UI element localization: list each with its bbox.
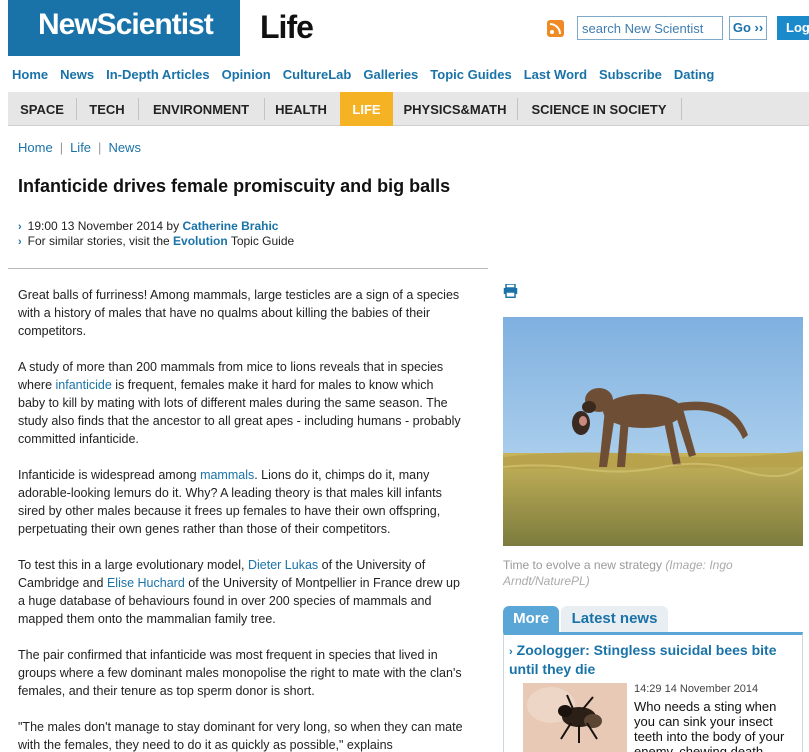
login-button[interactable]: Log [777,16,809,40]
category-environment[interactable]: ENVIRONMENT [142,92,260,126]
dieter-lukas-link[interactable]: Dieter Lukas [248,558,318,572]
author-link[interactable]: Catherine Brahic [182,219,278,233]
tab-latest-news[interactable]: Latest news [561,606,668,632]
elise-huchard-link[interactable]: Elise Huchard [107,576,185,590]
similar-suffix: Topic Guide [227,234,295,248]
story-timestamp: 14:29 14 November 2014 [634,683,759,695]
paragraph: Great balls of furriness! Among mammals,… [18,288,460,338]
paragraph: A study of more than 200 mammals from mi… [18,360,461,446]
nav-dating[interactable]: Dating [674,67,714,82]
tab-more[interactable]: More [503,606,559,632]
breadcrumb-news[interactable]: News [108,140,141,155]
section-title: Life [260,9,314,45]
sidebar-tabs: More Latest news [503,606,809,632]
story-summary: Who needs a sting when you can sink your… [634,699,785,752]
story-thumbnail[interactable] [523,683,627,752]
photo-caption: Time to evolve a new strategy (Image: In… [503,558,733,588]
breadcrumb-home[interactable]: Home [18,140,53,155]
logo-text: NewScientist [38,8,214,41]
infanticide-link[interactable]: infanticide [56,378,112,392]
breadcrumb: Home | Life | News [18,140,141,155]
nav-culturelab[interactable]: CultureLab [283,67,352,82]
nav-subscribe[interactable]: Subscribe [599,67,662,82]
paragraph: "The males don't manage to stay dominant… [18,720,463,752]
category-physics-math[interactable]: PHYSICS&MATH [397,92,513,126]
newscientist-logo[interactable]: NewScientist [8,0,240,56]
category-science-in-society[interactable]: SCIENCE IN SOCIETY [521,92,677,126]
nav-topic-guides[interactable]: Topic Guides [430,67,511,82]
similar-prefix: For similar stories, visit the [27,234,174,248]
breadcrumb-life[interactable]: Life [70,140,91,155]
nav-home[interactable]: Home [12,67,48,82]
arrow-icon: › [18,236,22,248]
nav-in-depth-articles[interactable]: In-Depth Articles [106,67,210,82]
category-divider [138,98,139,120]
topic-link[interactable]: Evolution [173,234,228,248]
article-body: Great balls of furriness! Among mammals,… [18,286,464,752]
category-divider [681,98,682,120]
category-divider [264,98,265,120]
topic-guide-line: › For similar stories, visit the Evolutio… [18,234,294,248]
search-input[interactable] [577,16,723,40]
nav-opinion[interactable]: Opinion [222,67,271,82]
category-divider [517,98,518,120]
print-icon[interactable] [503,283,518,299]
category-space[interactable]: SPACE [12,92,72,126]
mammals-link[interactable]: mammals [200,468,254,482]
article-headline: Infanticide drives female promiscuity an… [18,176,451,196]
rss-icon[interactable] [547,20,564,37]
article-date: 19:00 13 November 2014 by [27,219,183,233]
arrow-icon: › [18,221,22,233]
article-byline: › 19:00 13 November 2014 by Catherine Bra… [18,219,278,233]
search-go-button[interactable]: Go ›› [729,16,767,40]
paragraph: To test this in a large evolutionary mod… [18,558,460,626]
category-divider [76,98,77,120]
top-navigation: Home News In-Depth Articles Opinion Cult… [12,67,714,82]
nav-last-word[interactable]: Last Word [524,67,587,82]
divider [8,268,488,269]
category-health[interactable]: HEALTH [267,92,335,126]
category-life[interactable]: LIFE [340,92,393,126]
article-photo [503,317,803,546]
arrow-icon: › [509,646,513,658]
paragraph: Infanticide is widespread among mammals.… [18,468,442,536]
paragraph: The pair confirmed that infanticide was … [18,648,462,698]
category-tech[interactable]: TECH [80,92,134,126]
nav-galleries[interactable]: Galleries [363,67,418,82]
category-bar: SPACE TECH ENVIRONMENT HEALTH LIFE PHYSI… [8,92,809,126]
story-headline-link[interactable]: › Zoologger: Stingless suicidal bees bite… [509,642,799,678]
nav-news[interactable]: News [60,67,94,82]
